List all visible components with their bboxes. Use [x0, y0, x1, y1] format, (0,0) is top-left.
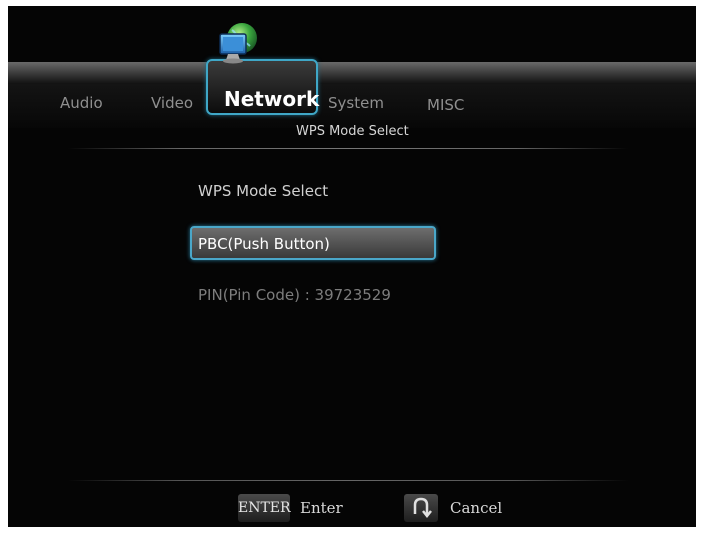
- cancel-label: Cancel: [450, 499, 503, 517]
- option-pbc[interactable]: PBC(Push Button): [190, 226, 436, 260]
- tab-network-label: Network: [224, 87, 320, 111]
- footer-divider: [68, 480, 628, 481]
- return-arrow-icon: [413, 497, 432, 519]
- network-globe-icon: [219, 23, 257, 64]
- menu-bar: [8, 62, 696, 84]
- divider: [68, 148, 628, 149]
- cancel-key-badge[interactable]: [404, 494, 438, 522]
- tab-network[interactable]: Network: [206, 59, 320, 115]
- section-title: WPS Mode Select: [198, 182, 329, 200]
- page-subtitle: WPS Mode Select: [296, 124, 409, 139]
- enter-label: Enter: [300, 499, 343, 517]
- option-pbc-label: PBC(Push Button): [198, 235, 330, 253]
- tab-system[interactable]: System: [328, 94, 384, 112]
- tab-audio[interactable]: Audio: [60, 94, 103, 112]
- settings-screen: Audio Video Network System MISC WPS Mode…: [8, 6, 696, 527]
- enter-key-badge[interactable]: ENTER: [238, 494, 291, 522]
- tab-misc[interactable]: MISC: [427, 96, 464, 114]
- tab-video[interactable]: Video: [151, 94, 193, 112]
- option-pin[interactable]: PIN(Pin Code) : 39723529: [198, 286, 391, 304]
